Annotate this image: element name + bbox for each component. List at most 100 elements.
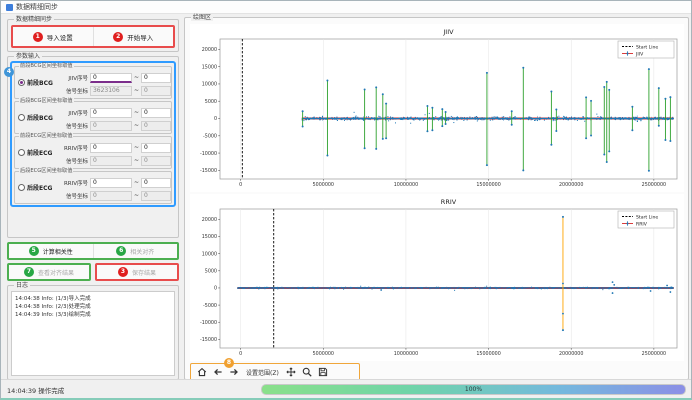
field-label: 信号坐标 — [56, 122, 88, 130]
import-settings-button[interactable]: 1 导入设置 — [13, 27, 93, 46]
action-box: 3保存结果 — [95, 263, 179, 281]
window-titlebar: 数据精细同步 — [1, 1, 691, 14]
tilde-separator: ~ — [134, 157, 139, 164]
action-button-5[interactable]: 5 计算相关性 — [9, 244, 93, 258]
zoom-button[interactable] — [301, 366, 313, 378]
svg-text:20000000: 20000000 — [559, 182, 583, 188]
back-icon — [213, 367, 223, 377]
field-label: JIIV序号 — [56, 74, 88, 82]
section-title: 后段BCG区间坐标取值 — [19, 98, 74, 104]
svg-text:15000000: 15000000 — [476, 351, 500, 357]
svg-text:5000000: 5000000 — [313, 351, 334, 357]
field-label: RRIV序号 — [56, 179, 88, 187]
param-row: 信号坐标0~0 — [56, 154, 171, 167]
radio-2[interactable]: 前段ECG — [15, 148, 56, 157]
param-row: RRIV序号0~0 — [56, 176, 171, 189]
svg-text:20000: 20000 — [202, 217, 217, 223]
log-entry: 14:04:38 Info: (2/3)处理完成 — [15, 303, 171, 311]
param-section-3: 后段ECG区间坐标取值后段ECGRRIV序号0~0信号坐标0~0 — [14, 171, 172, 204]
svg-text:5000: 5000 — [205, 99, 217, 105]
svg-text:25000000: 25000000 — [642, 182, 666, 188]
svg-text:25000000: 25000000 — [642, 351, 666, 357]
param-input[interactable]: 0 — [141, 143, 171, 153]
param-input: 0 — [141, 121, 171, 131]
param-row: 信号坐标0~0 — [56, 189, 171, 202]
param-input[interactable]: 0 — [141, 178, 171, 188]
import-buttons-box: 1 导入设置 2 开始导入 — [11, 25, 175, 48]
radio-1[interactable]: 后段BCG — [15, 113, 56, 122]
radio-icon — [18, 114, 25, 121]
back-button[interactable] — [212, 366, 224, 378]
param-input[interactable]: 0 — [90, 73, 132, 83]
status-bar: 14:04:39 操作完成 100% — [1, 379, 691, 398]
start-import-button[interactable]: 2 开始导入 — [93, 27, 174, 46]
log-group: 日志 14:04:38 Info: (1/3)导入完成14:04:38 Info… — [7, 285, 179, 380]
param-input[interactable]: 0 — [90, 143, 132, 153]
set-range-button[interactable]: 设置范围(Z) — [244, 368, 281, 377]
svg-text:0: 0 — [239, 351, 242, 357]
step-badge: 7 — [24, 267, 34, 277]
pan-button[interactable] — [285, 366, 297, 378]
params-group: 参数输入 4 前段BCG区间坐标取值前段BCGJIIV序号0~0信号坐标3623… — [7, 56, 179, 238]
radio-icon — [18, 79, 25, 86]
app-window: 数据精细同步 数据精细同步 1 导入设置 2 开始导入 参数输入 4 前段BCG… — [0, 0, 692, 400]
field-label: 信号坐标 — [56, 192, 88, 200]
svg-text:5000: 5000 — [205, 268, 217, 274]
sync-group-title: 数据精细同步 — [14, 16, 54, 23]
rriv-chart[interactable]: 0500000010000000150000002000000025000000… — [190, 194, 684, 361]
home-icon — [197, 367, 207, 377]
action-button-6[interactable]: 6 相关对齐 — [93, 244, 178, 258]
action-button-label: 相关对齐 — [130, 247, 154, 256]
svg-text:0: 0 — [239, 182, 242, 188]
param-row: JIIV序号0~0 — [56, 106, 171, 119]
svg-text:15000: 15000 — [202, 64, 217, 70]
forward-icon — [229, 367, 239, 377]
zoom-icon — [302, 367, 312, 377]
section-title: 前段BCG区间坐标取值 — [19, 63, 74, 69]
param-input[interactable]: 0 — [141, 108, 171, 118]
tilde-separator: ~ — [134, 87, 139, 94]
window-title: 数据精细同步 — [16, 2, 58, 12]
param-input: 0 — [90, 156, 132, 166]
param-section-0: 前段BCG区间坐标取值前段BCGJIIV序号0~0信号坐标3623106~0 — [14, 66, 172, 99]
svg-text:15000: 15000 — [202, 234, 217, 240]
tilde-separator: ~ — [134, 144, 139, 151]
action-button-3[interactable]: 3保存结果 — [97, 265, 177, 279]
param-input: 0 — [141, 86, 171, 96]
param-row: 信号坐标0~0 — [56, 119, 171, 132]
radio-0[interactable]: 前段BCG — [15, 78, 56, 87]
action-button-7[interactable]: 7查看对齐结果 — [9, 265, 89, 279]
step-badge: 6 — [116, 246, 126, 256]
progress-bar: 100% — [261, 384, 686, 395]
svg-text:-15000: -15000 — [200, 337, 217, 343]
param-input[interactable]: 0 — [141, 73, 171, 83]
param-input[interactable]: 0 — [90, 178, 132, 188]
save-figure-button[interactable] — [317, 366, 329, 378]
param-input[interactable]: 0 — [90, 108, 132, 118]
param-input: 3623106 — [90, 86, 132, 96]
radio-label: 前段BCG — [27, 78, 53, 87]
field-label: RRIV序号 — [56, 144, 88, 152]
pan-icon — [286, 367, 296, 377]
param-input: 0 — [141, 156, 171, 166]
radio-label: 后段BCG — [27, 113, 53, 122]
jiiv-chart[interactable]: 0500000010000000150000002000000025000000… — [190, 24, 684, 192]
log-group-title: 日志 — [14, 282, 30, 289]
action-button-label: 计算相关性 — [43, 247, 73, 256]
param-input: 0 — [90, 121, 132, 131]
svg-text:0: 0 — [214, 116, 217, 122]
step-badge: 5 — [29, 246, 39, 256]
svg-text:10000: 10000 — [202, 251, 217, 257]
home-button[interactable] — [196, 366, 208, 378]
svg-text:5000000: 5000000 — [313, 182, 334, 188]
log-list[interactable]: 14:04:38 Info: (1/3)导入完成14:04:38 Info: (… — [11, 291, 175, 376]
action-buttons: 5 计算相关性 6 相关对齐 7查看对齐结果 3保存结果 — [7, 242, 179, 281]
log-entry: 14:04:39 Info: (3/3)绘制完成 — [15, 311, 171, 319]
svg-text:JIIV: JIIV — [442, 28, 454, 36]
app-icon — [6, 4, 13, 11]
svg-text:-5000: -5000 — [203, 133, 217, 139]
radio-3[interactable]: 后段ECG — [15, 183, 56, 192]
tilde-separator: ~ — [134, 122, 139, 129]
param-row: RRIV序号0~0 — [56, 141, 171, 154]
action-box: 7查看对齐结果 — [7, 263, 91, 281]
